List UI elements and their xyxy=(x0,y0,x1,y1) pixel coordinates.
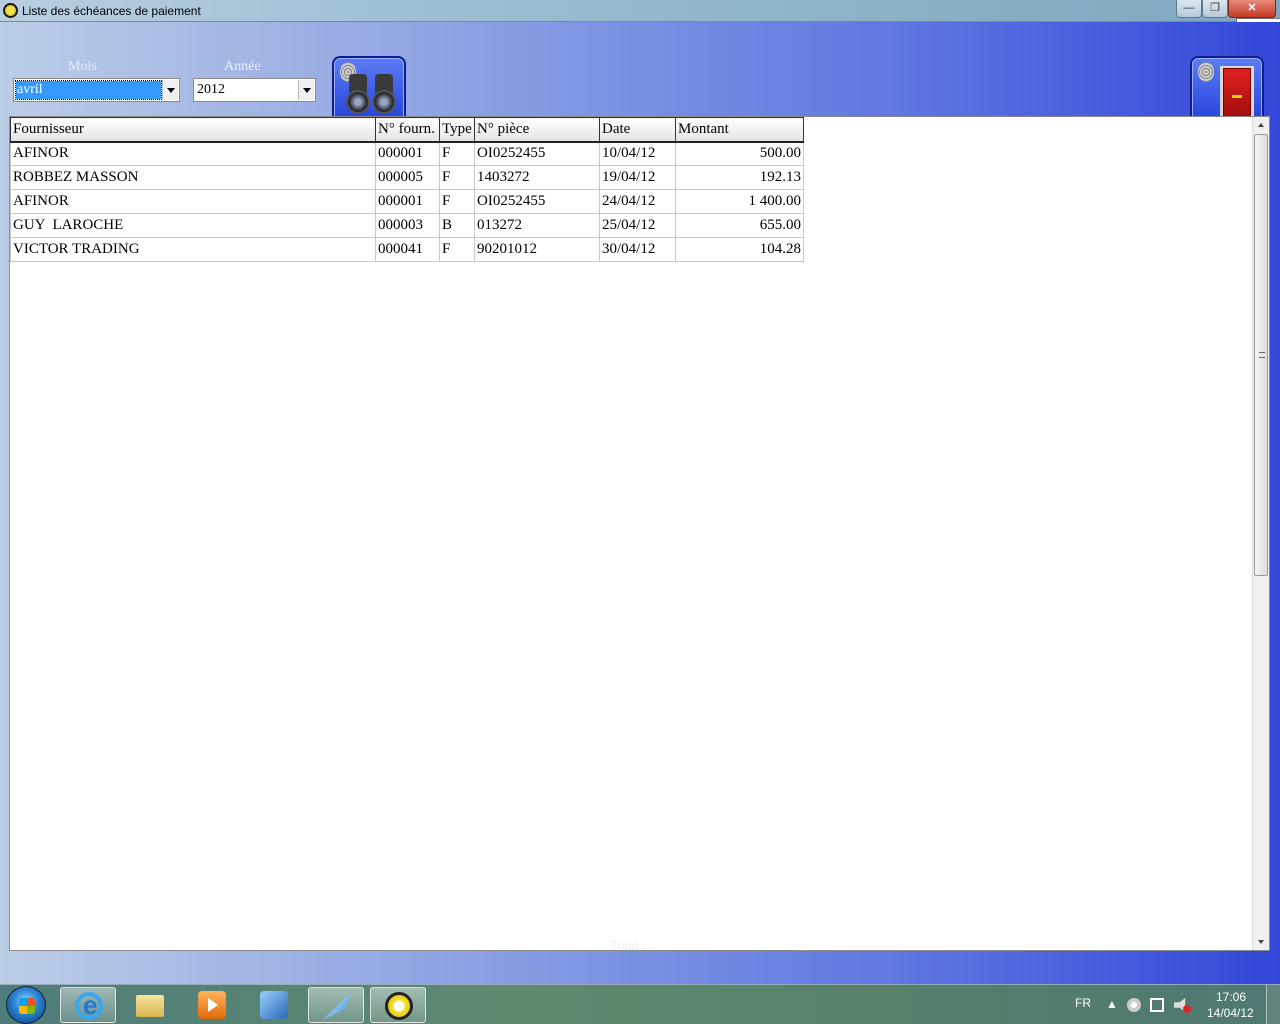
scroll-thumb[interactable] xyxy=(1254,134,1268,576)
cell-amount: 1 400.00 xyxy=(675,189,804,214)
cell-document-number: 1403272 xyxy=(474,165,600,190)
cell-supplier: ROBBEZ MASSON xyxy=(10,165,376,190)
cell-date: 10/04/12 xyxy=(599,141,676,166)
cell-supplier-number: 000041 xyxy=(375,237,440,262)
app-ring-icon xyxy=(3,3,18,18)
cell-type: F xyxy=(439,189,475,214)
month-select-value: avril xyxy=(15,80,162,100)
show-hidden-icons-icon[interactable]: ▲ xyxy=(1106,997,1118,1024)
scroll-down-icon[interactable] xyxy=(1253,933,1270,950)
cell-document-number: 90201012 xyxy=(474,237,600,262)
vertical-scrollbar[interactable] xyxy=(1252,117,1269,950)
cell-date: 24/04/12 xyxy=(599,189,676,214)
table-row[interactable]: VICTOR TRADING 000041 F 90201012 30/04/1… xyxy=(10,237,804,262)
data-grid: Fournisseur N° fourn. Type N° pièce Date… xyxy=(10,117,804,262)
cell-amount: 192.13 xyxy=(675,165,804,190)
cell-amount: 500.00 xyxy=(675,141,804,166)
column-header-type[interactable]: Type xyxy=(439,117,475,143)
window-title: Liste des échéances de paiement xyxy=(22,4,201,18)
binoculars-icon xyxy=(344,72,398,116)
year-select[interactable]: 2012 xyxy=(193,78,316,102)
table-row[interactable]: AFINOR 000001 F OI0252455 10/04/12 500.0… xyxy=(10,141,804,166)
cell-document-number: 013272 xyxy=(474,213,600,238)
total-label: Total : xyxy=(610,939,646,954)
cell-supplier: GUY LAROCHE xyxy=(10,213,376,238)
cell-supplier-number: 000005 xyxy=(375,165,440,190)
cell-document-number: OI0252455 xyxy=(474,189,600,214)
cell-supplier: AFINOR xyxy=(10,141,376,166)
month-select[interactable]: avril xyxy=(13,78,180,102)
taskbar-internet-explorer[interactable] xyxy=(60,987,116,1023)
clock-time[interactable]: 17:06 xyxy=(1216,990,1246,1004)
cell-type: B xyxy=(439,213,475,238)
show-desktop-button[interactable] xyxy=(1266,985,1280,1024)
column-header-supplier[interactable]: Fournisseur xyxy=(10,117,376,143)
total-value: 2851.41 xyxy=(753,938,802,954)
month-label: Mois xyxy=(68,59,97,74)
cell-date: 19/04/12 xyxy=(599,165,676,190)
column-header-date[interactable]: Date xyxy=(599,117,676,143)
muted-badge-icon xyxy=(1183,1005,1191,1013)
tool-app-icon xyxy=(260,991,288,1019)
media-player-icon xyxy=(198,991,226,1019)
taskbar: FR ▲ 17:06 14/04/12 xyxy=(0,984,1280,1024)
cell-supplier-number: 000001 xyxy=(375,141,440,166)
column-header-document-number[interactable]: N° pièce xyxy=(474,117,600,143)
year-select-value: 2012 xyxy=(197,82,225,97)
network-status-icon[interactable] xyxy=(1127,998,1141,1012)
column-header-supplier-number[interactable]: N° fourn. xyxy=(375,117,440,143)
taskbar-media-player[interactable] xyxy=(184,987,240,1023)
title-bar: Liste des échéances de paiement — ❐ ✕ xyxy=(0,0,1280,22)
column-header-amount[interactable]: Montant xyxy=(675,117,804,143)
taskbar-current-app[interactable] xyxy=(370,987,426,1023)
folder-icon xyxy=(136,995,164,1017)
internet-explorer-icon xyxy=(75,990,103,1021)
cell-amount: 104.28 xyxy=(675,237,804,262)
windows-logo-icon xyxy=(19,998,35,1014)
chevron-down-icon[interactable] xyxy=(298,80,314,100)
cell-date: 25/04/12 xyxy=(599,213,676,238)
table-row[interactable]: ROBBEZ MASSON 000005 F 1403272 19/04/12 … xyxy=(10,165,804,190)
taskbar-feather-app[interactable] xyxy=(308,987,364,1023)
year-label: Année xyxy=(224,59,261,74)
scroll-up-icon[interactable] xyxy=(1253,117,1270,134)
restore-button[interactable]: ❐ xyxy=(1202,0,1228,18)
close-button[interactable]: ✕ xyxy=(1228,0,1276,18)
cell-type: F xyxy=(439,237,475,262)
language-indicator[interactable]: FR xyxy=(1075,996,1091,1024)
start-button[interactable] xyxy=(6,986,46,1024)
door-exit-icon xyxy=(1220,66,1254,122)
cell-type: F xyxy=(439,141,475,166)
cell-supplier: AFINOR xyxy=(10,189,376,214)
clock-date[interactable]: 14/04/12 xyxy=(1207,1006,1254,1020)
table-header-row: Fournisseur N° fourn. Type N° pièce Date… xyxy=(10,117,804,143)
fingerprint-icon xyxy=(1198,62,1214,82)
action-center-icon[interactable] xyxy=(1150,998,1164,1012)
cell-supplier-number: 000001 xyxy=(375,189,440,214)
cell-type: F xyxy=(439,165,475,190)
taskbar-file-explorer[interactable] xyxy=(122,987,178,1023)
app-ring-icon xyxy=(385,992,413,1020)
cell-document-number: OI0252455 xyxy=(474,141,600,166)
table-row[interactable]: GUY LAROCHE 000003 B 013272 25/04/12 655… xyxy=(10,213,804,238)
table-row[interactable]: AFINOR 000001 F OI0252455 24/04/12 1 400… xyxy=(10,189,804,214)
taskbar-tool-app[interactable] xyxy=(246,987,302,1023)
chevron-down-icon[interactable] xyxy=(162,80,178,100)
minimize-button[interactable]: — xyxy=(1176,0,1202,18)
feather-icon xyxy=(323,992,351,1020)
cell-supplier: VICTOR TRADING xyxy=(10,237,376,262)
cell-supplier-number: 000003 xyxy=(375,213,440,238)
cell-date: 30/04/12 xyxy=(599,237,676,262)
payment-schedule-table: Fournisseur N° fourn. Type N° pièce Date… xyxy=(9,116,1270,951)
cell-amount: 655.00 xyxy=(675,213,804,238)
